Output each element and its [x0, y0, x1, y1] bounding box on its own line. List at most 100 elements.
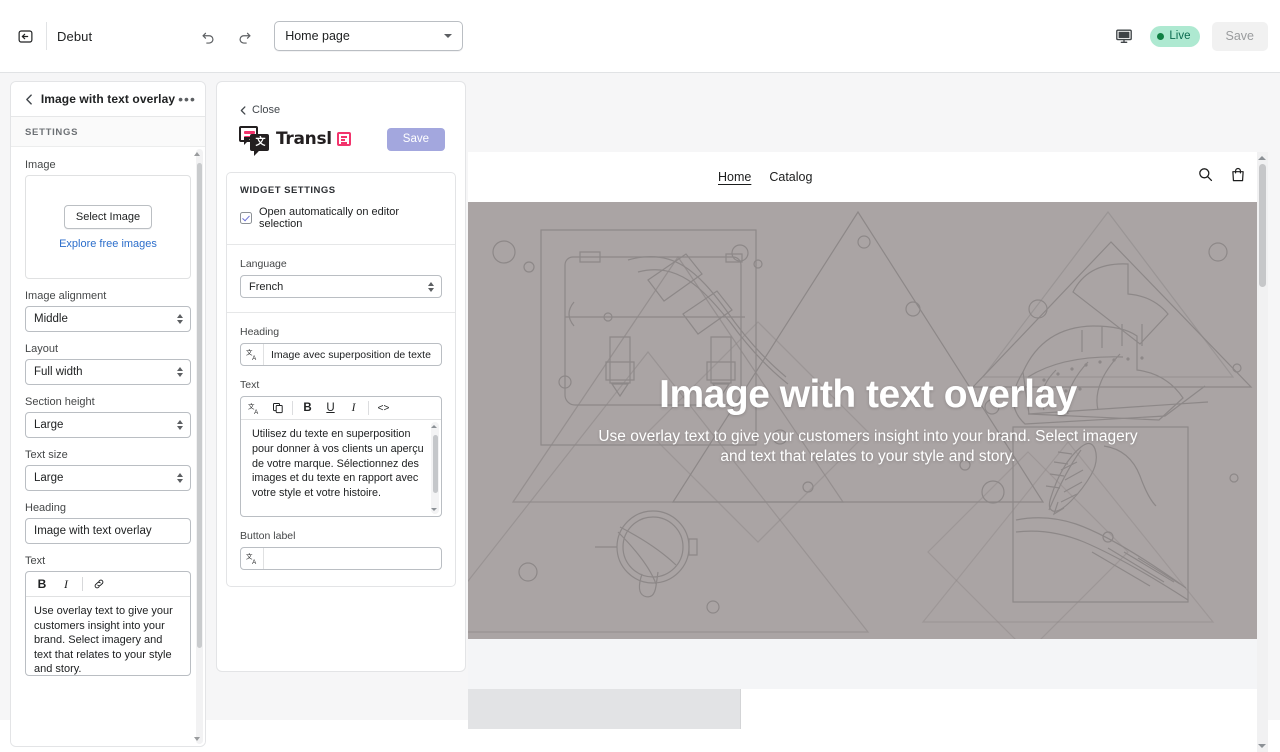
hero-text-overlay: Image with text overlay Use overlay text…: [468, 372, 1268, 467]
editor-topbar: Debut Home page Live: [0, 0, 1280, 73]
translated-heading-input[interactable]: 文 A Image avec superposition de texte: [240, 343, 442, 366]
desktop-icon: [1115, 27, 1133, 45]
undo-button[interactable]: [194, 22, 222, 50]
translation-save-button[interactable]: Save: [387, 128, 445, 151]
topbar-divider: [46, 22, 47, 50]
page-selector[interactable]: Home page: [274, 21, 463, 51]
explore-free-images-link[interactable]: Explore free images: [59, 238, 157, 250]
scroll-up-arrow-icon[interactable]: [194, 152, 200, 156]
translated-rich-text-editor: 文 A B U I: [240, 396, 442, 517]
preview-device-button[interactable]: [1110, 22, 1138, 50]
copy-glyph-icon: [272, 402, 284, 414]
status-badge-label: Live: [1169, 30, 1190, 42]
svg-text:A: A: [252, 559, 257, 565]
language-select[interactable]: French: [240, 275, 442, 298]
italic-icon[interactable]: I: [342, 398, 365, 418]
scrollbar-thumb[interactable]: [433, 435, 438, 493]
card-divider: [227, 312, 455, 313]
sidebar-more-button[interactable]: •••: [177, 89, 197, 109]
pink-square-icon: [337, 132, 351, 146]
translated-text-label: Text: [240, 379, 442, 391]
chevron-left-icon: [239, 106, 248, 115]
translate-icon[interactable]: 文 A: [241, 344, 264, 365]
auto-open-checkbox-row[interactable]: Open automatically on editor selection: [240, 206, 442, 230]
speech-bubbles-icon: 文: [239, 126, 273, 152]
image-picker[interactable]: Select Image Explore free images: [25, 175, 191, 279]
select-image-button[interactable]: Select Image: [64, 205, 152, 229]
stepper-icon: [177, 367, 183, 377]
copy-icon[interactable]: [266, 398, 289, 418]
next-section-placeholder[interactable]: [468, 689, 741, 729]
rich-text-toolbar: B I: [26, 572, 190, 597]
card-divider: [227, 244, 455, 245]
search-icon[interactable]: [1197, 166, 1214, 188]
nav-links: Home Catalog: [718, 170, 812, 184]
close-panel-button[interactable]: Close: [217, 82, 465, 116]
sidebar-body: Image Select Image Explore free images I…: [11, 147, 205, 746]
scroll-down-arrow-icon[interactable]: [431, 508, 437, 511]
chevron-left-icon: [24, 94, 35, 105]
shopping-bag-icon[interactable]: [1230, 166, 1246, 188]
image-alignment-label: Image alignment: [25, 290, 191, 302]
auto-open-label: Open automatically on editor selection: [259, 206, 442, 230]
translate-icon[interactable]: 文 A: [241, 548, 264, 569]
section-settings-sidebar: Image with text overlay ••• SETTINGS Ima…: [10, 81, 206, 747]
bold-icon[interactable]: B: [30, 574, 54, 595]
rich-text-editor: B I Use overlay text to give your custom…: [25, 571, 191, 676]
textarea-scrollbar[interactable]: [431, 422, 439, 514]
search-glyph-icon: [1197, 166, 1214, 183]
sidebar-scrollbar[interactable]: [196, 149, 203, 744]
heading-input[interactable]: Image with text overlay: [25, 518, 191, 544]
storefront-nav: Home Catalog: [468, 152, 1268, 202]
scroll-up-arrow-icon[interactable]: [431, 425, 437, 428]
code-icon[interactable]: <>: [372, 398, 395, 418]
italic-icon[interactable]: I: [54, 574, 78, 595]
hero-paragraph: Use overlay text to give your customers …: [596, 427, 1141, 467]
status-badge[interactable]: Live: [1150, 26, 1199, 47]
sidebar-back-button[interactable]: [19, 89, 39, 109]
button-label-input[interactable]: 文 A: [240, 547, 442, 570]
field-language: Language French: [240, 258, 442, 298]
layout-select[interactable]: Full width: [25, 359, 191, 385]
exit-editor-button[interactable]: [10, 21, 40, 51]
underline-icon[interactable]: U: [319, 398, 342, 418]
live-dot-icon: [1157, 33, 1164, 40]
translate-icon[interactable]: 文 A: [243, 398, 266, 418]
save-button[interactable]: Save: [1212, 22, 1269, 51]
image-label: Image: [25, 159, 191, 171]
field-text-size: Text size Large: [25, 449, 191, 491]
section-height-select[interactable]: Large: [25, 412, 191, 438]
scroll-down-arrow-icon[interactable]: [1258, 744, 1266, 748]
bold-icon[interactable]: B: [296, 398, 319, 418]
image-alignment-select[interactable]: Middle: [25, 306, 191, 332]
cjk-glyph: 文: [256, 137, 266, 148]
svg-text:A: A: [254, 408, 259, 414]
translate-glyph-icon: 文 A: [248, 402, 261, 415]
text-size-select[interactable]: Large: [25, 465, 191, 491]
text-size-value: Large: [34, 472, 63, 484]
field-section-height: Section height Large: [25, 396, 191, 438]
scrollbar-thumb[interactable]: [1259, 164, 1266, 287]
translate-glyph-icon: 文 A: [246, 552, 259, 565]
redo-button[interactable]: [230, 22, 258, 50]
scroll-down-arrow-icon[interactable]: [194, 737, 200, 741]
nav-link-home[interactable]: Home: [718, 170, 751, 184]
link-icon[interactable]: [87, 574, 111, 595]
section-height-value: Large: [34, 419, 63, 431]
sidebar-header: Image with text overlay •••: [11, 82, 205, 117]
nav-icons: [1197, 166, 1246, 188]
auto-open-checkbox[interactable]: [240, 212, 252, 224]
translated-rich-text-body[interactable]: Utilisez du texte en superposition pour …: [241, 420, 441, 516]
translation-settings-card: WIDGET SETTINGS Open automatically on ed…: [226, 172, 456, 587]
translation-app-panel: Close 文 Transl Save WIDGET SETTINGS: [216, 81, 466, 672]
translate-glyph-icon: 文 A: [246, 348, 259, 361]
scrollbar-thumb[interactable]: [197, 163, 202, 648]
stepper-icon: [177, 473, 183, 483]
hero-section[interactable]: Image with text overlay Use overlay text…: [468, 202, 1268, 639]
field-image: Image Select Image Explore free images: [25, 159, 191, 279]
language-value: French: [249, 281, 283, 293]
toolbar-divider: [82, 577, 83, 591]
scroll-up-arrow-icon[interactable]: [1258, 156, 1266, 160]
nav-link-catalog[interactable]: Catalog: [769, 170, 812, 184]
rich-text-body[interactable]: Use overlay text to give your customers …: [26, 597, 190, 675]
